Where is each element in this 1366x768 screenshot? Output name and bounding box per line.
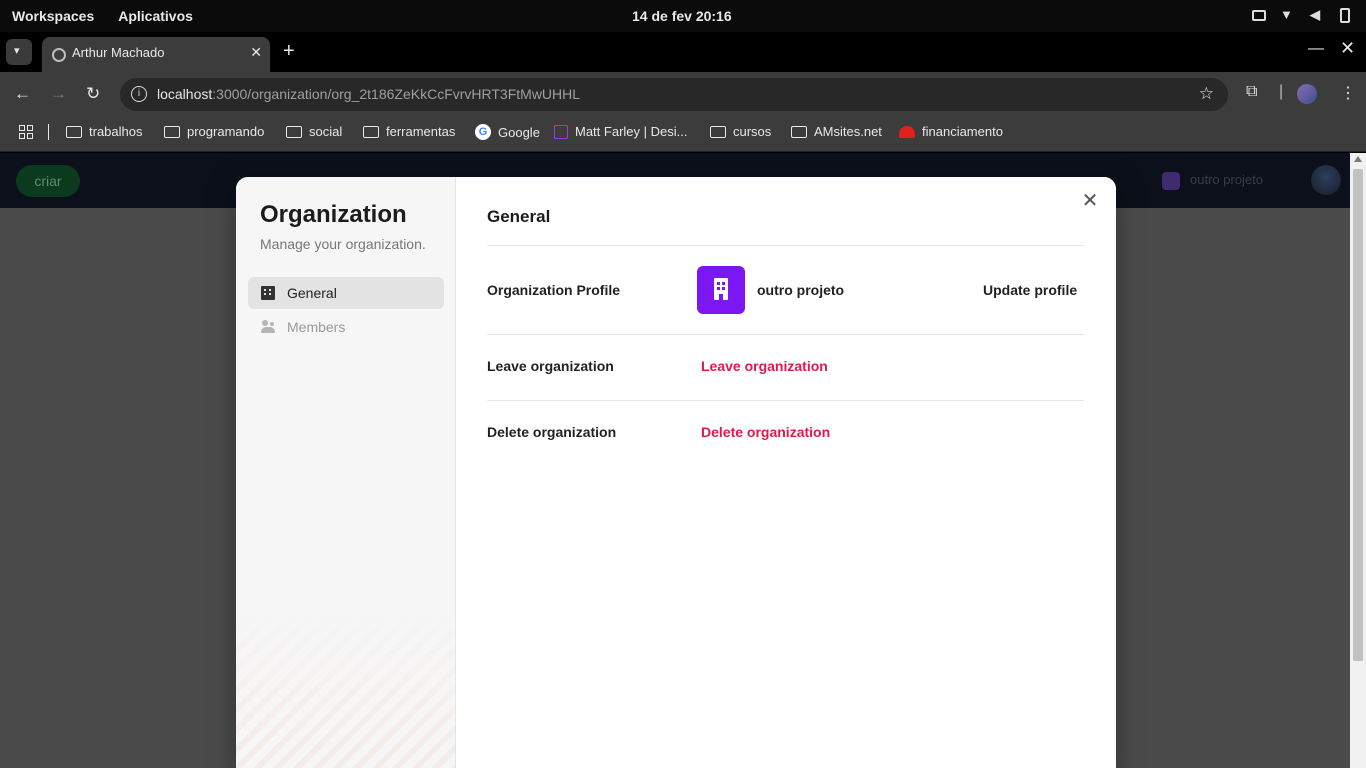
bookmark-cursos[interactable]: cursos <box>710 124 771 139</box>
scrollbar-thumb[interactable] <box>1353 169 1363 661</box>
sidebar-item-general[interactable]: General <box>248 277 444 309</box>
scroll-up-icon[interactable] <box>1354 156 1362 162</box>
delete-org-button[interactable]: Delete organization <box>701 424 830 440</box>
folder-icon <box>66 125 82 138</box>
apps-menu[interactable]: Aplicativos <box>118 8 193 24</box>
back-icon[interactable]: ← <box>14 84 31 104</box>
bank-icon <box>899 125 915 138</box>
reload-icon[interactable]: ↻ <box>86 84 100 104</box>
browser-toolbar: ← → ↻ i localhost:3000/organization/org_… <box>0 72 1366 116</box>
minimize-window-icon[interactable]: — <box>1308 40 1324 58</box>
modal-content: ✕ General Organization Profile outro pro… <box>456 177 1116 768</box>
profile-avatar[interactable] <box>1297 84 1317 104</box>
page-viewport: criar outro projeto Organization Manage … <box>0 153 1350 768</box>
new-tab-button[interactable]: + <box>283 40 295 63</box>
display-icon[interactable] <box>1252 9 1266 21</box>
bookmark-star-icon[interactable]: ☆ <box>1199 84 1214 104</box>
toolbar-divider: | <box>1279 83 1284 100</box>
globe-icon <box>52 48 66 62</box>
google-icon: G <box>475 124 491 140</box>
apps-grid-icon[interactable] <box>19 125 33 139</box>
bookmark-financiamento[interactable]: financiamento <box>899 124 1003 139</box>
close-icon[interactable]: ✕ <box>1080 191 1100 211</box>
leave-org-label: Leave organization <box>487 358 614 374</box>
leave-org-button[interactable]: Leave organization <box>701 358 828 374</box>
workspaces-menu[interactable]: Workspaces <box>12 8 94 24</box>
sidebar-item-label: General <box>287 285 337 301</box>
folder-icon <box>164 125 180 138</box>
wifi-icon[interactable]: ▼ <box>1280 7 1296 23</box>
organization-modal: Organization Manage your organization. G… <box>236 177 1116 768</box>
modal-sidebar: Organization Manage your organization. G… <box>236 177 456 768</box>
update-profile-button[interactable]: Update profile <box>983 282 1077 298</box>
bookmark-ferramentas[interactable]: ferramentas <box>363 124 455 139</box>
close-window-icon[interactable]: ✕ <box>1340 38 1355 59</box>
org-switcher-label[interactable]: outro projeto <box>1190 172 1263 187</box>
address-bar[interactable]: i localhost:3000/organization/org_2t186Z… <box>120 78 1228 111</box>
org-profile-label: Organization Profile <box>487 282 621 298</box>
tab-bar: ▾ Arthur Machado ✕ + — ✕ <box>0 32 1366 72</box>
divider <box>487 245 1084 246</box>
volume-icon[interactable]: ◀ <box>1310 7 1326 23</box>
org-switcher-icon[interactable] <box>1162 172 1180 190</box>
close-tab-icon[interactable]: ✕ <box>250 44 262 61</box>
divider <box>487 400 1084 401</box>
bookmark-programando[interactable]: programando <box>164 124 264 139</box>
folder-icon <box>710 125 726 138</box>
browser-tab[interactable]: Arthur Machado ✕ <box>42 37 270 72</box>
bookmark-google[interactable]: G Google <box>475 124 540 140</box>
bookmark-trabalhos[interactable]: trabalhos <box>66 124 142 139</box>
bookmark-amsites[interactable]: AMsites.net <box>791 124 882 139</box>
building-icon <box>714 278 728 300</box>
folder-icon <box>791 125 807 138</box>
extensions-icon[interactable]: ⧉ <box>1246 83 1257 101</box>
bookmarks-divider <box>48 124 49 140</box>
delete-org-label: Delete organization <box>487 424 617 440</box>
section-title: General <box>487 207 551 226</box>
tab-search-button[interactable]: ▾ <box>6 39 32 65</box>
matt-farley-icon <box>554 124 568 139</box>
building-icon <box>261 286 275 300</box>
user-avatar[interactable] <box>1311 165 1341 195</box>
site-info-icon[interactable]: i <box>131 86 147 102</box>
members-icon <box>261 320 275 334</box>
url-text[interactable]: localhost:3000/organization/org_2t186ZeK… <box>157 86 580 102</box>
divider <box>487 334 1084 335</box>
bookmarks-bar: trabalhos programando social ferramentas… <box>0 116 1366 152</box>
org-name: outro projeto <box>757 282 845 298</box>
battery-icon[interactable] <box>1340 7 1350 23</box>
sidebar-subtitle: Manage your organization. <box>260 236 426 252</box>
sidebar-item-label: Members <box>287 319 346 335</box>
forward-icon[interactable]: → <box>50 84 67 104</box>
sidebar-item-members[interactable]: Members <box>248 311 444 343</box>
bookmark-matt-farley[interactable]: Matt Farley | Desi... <box>554 124 687 139</box>
sidebar-title: Organization <box>260 201 407 228</box>
folder-icon <box>286 125 302 138</box>
clock[interactable]: 14 de fev 20:16 <box>632 8 732 24</box>
chevron-down-icon: ▾ <box>14 45 20 57</box>
page-scrollbar[interactable] <box>1350 153 1366 768</box>
bookmark-social[interactable]: social <box>286 124 342 139</box>
org-logo <box>697 266 745 314</box>
kebab-menu-icon[interactable]: ⋮ <box>1340 83 1356 103</box>
sidebar-decoration <box>236 607 456 768</box>
os-top-bar: Workspaces Aplicativos 14 de fev 20:16 ▼… <box>0 0 1366 32</box>
tab-title: Arthur Machado <box>72 45 165 60</box>
folder-icon <box>363 125 379 138</box>
create-button[interactable]: criar <box>16 165 80 197</box>
